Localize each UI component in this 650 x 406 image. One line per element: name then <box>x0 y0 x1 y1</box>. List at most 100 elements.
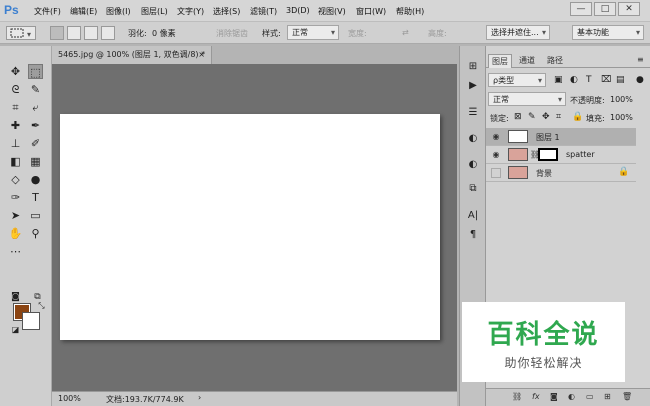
eye-icon[interactable]: ◉ <box>491 150 501 160</box>
actions-play-icon[interactable]: ▶ <box>465 79 481 93</box>
move-tool-icon[interactable]: ✥ <box>8 64 23 79</box>
link-icon[interactable]: ⛓ <box>512 392 522 401</box>
intersect-selection-icon[interactable] <box>101 26 115 40</box>
lock-pixels-icon[interactable]: ✎ <box>528 112 536 122</box>
eye-hidden-icon[interactable] <box>491 168 501 178</box>
paragraph-panel-icon[interactable]: ¶ <box>465 228 481 242</box>
background-color-swatch[interactable] <box>22 312 40 330</box>
adjustments-panel-icon[interactable]: ◐ <box>465 132 481 146</box>
marquee-preset-picker[interactable]: ▾ <box>6 26 36 40</box>
filter-shape-icon[interactable]: ⌧ <box>601 75 611 85</box>
status-menu-icon[interactable]: › <box>198 393 201 402</box>
panel-menu-icon[interactable]: ≡ <box>634 53 647 67</box>
eyedropper-tool-icon[interactable]: ⤶ <box>28 100 43 115</box>
layer-mask-thumbnail[interactable] <box>538 148 558 161</box>
workspace-select[interactable]: 基本功能 <box>572 25 644 40</box>
swap-icon[interactable]: ⇄ <box>402 28 409 37</box>
group-icon[interactable]: ▭ <box>586 392 594 401</box>
menu-select[interactable]: 选择(S) <box>213 6 240 17</box>
layer-row[interactable]: ◉ ⛓ spatter <box>486 146 636 164</box>
filter-toggle-icon[interactable]: ● <box>636 75 644 85</box>
layer-name[interactable]: 背景 <box>536 168 552 179</box>
menu-type[interactable]: 文字(Y) <box>177 6 204 17</box>
filter-pixel-icon[interactable]: ▣ <box>554 75 563 85</box>
pen-tool-icon[interactable]: ✑ <box>8 190 23 205</box>
close-tab-icon[interactable]: × <box>198 46 205 64</box>
layer-row[interactable]: 背景 🔒 <box>486 164 636 182</box>
new-selection-icon[interactable] <box>50 26 64 40</box>
character-panel-icon[interactable]: A| <box>465 209 481 223</box>
menu-image[interactable]: 图像(I) <box>106 6 131 17</box>
menu-help[interactable]: 帮助(H) <box>396 6 424 17</box>
more-tools-icon[interactable]: ⋯ <box>8 244 23 259</box>
menu-file[interactable]: 文件(F) <box>34 6 61 17</box>
layer-name[interactable]: spatter <box>566 150 595 159</box>
tab-layers[interactable]: 图层 <box>488 54 512 68</box>
add-selection-icon[interactable] <box>67 26 81 40</box>
history-panel-icon[interactable]: ⊞ <box>465 60 481 74</box>
quick-select-tool-icon[interactable]: ✎ <box>28 82 43 97</box>
opacity-input[interactable]: 100% <box>610 95 633 104</box>
subtract-selection-icon[interactable] <box>84 26 98 40</box>
marquee-tool-icon[interactable]: ⬚ <box>28 64 43 79</box>
eraser-tool-icon[interactable]: ◧ <box>8 154 23 169</box>
blur-tool-icon[interactable]: ◇ <box>8 172 23 187</box>
fill-input[interactable]: 100% <box>610 113 633 122</box>
menu-window[interactable]: 窗口(W) <box>356 6 386 17</box>
menu-filter[interactable]: 滤镜(T) <box>250 6 277 17</box>
menu-view[interactable]: 视图(V) <box>318 6 346 17</box>
layer-kind-filter[interactable]: ρ类型 <box>488 73 546 87</box>
feather-input[interactable]: 0 像素 <box>152 28 176 39</box>
menu-edit[interactable]: 编辑(E) <box>70 6 97 17</box>
clone-source-icon[interactable]: ⧉ <box>465 182 481 196</box>
lock-all-icon[interactable]: 🔒 <box>572 112 583 122</box>
antialias-checkbox[interactable]: 消除锯齿 <box>216 28 248 39</box>
hand-tool-icon[interactable]: ✋ <box>8 226 23 241</box>
eye-icon[interactable]: ◉ <box>491 132 501 142</box>
minimize-button[interactable]: — <box>570 2 592 16</box>
zoom-tool-icon[interactable]: ⚲ <box>28 226 43 241</box>
screen-mode-icon[interactable]: ⧉ <box>30 290 45 305</box>
tab-channels[interactable]: 通道 <box>516 54 538 68</box>
height-label: 高度: <box>428 29 447 38</box>
type-tool-icon[interactable]: T <box>28 190 43 205</box>
style-select[interactable]: 正常 <box>287 25 339 40</box>
crop-tool-icon[interactable]: ⌗ <box>8 100 23 115</box>
new-layer-icon[interactable]: ⊞ <box>604 392 611 401</box>
gradient-tool-icon[interactable]: ▦ <box>28 154 43 169</box>
rectangle-tool-icon[interactable]: ▭ <box>28 208 43 223</box>
close-button[interactable]: ✕ <box>618 2 640 16</box>
default-colors-icon[interactable]: ◪ <box>8 322 23 337</box>
fx-icon[interactable]: fx <box>532 392 540 401</box>
history-brush-icon[interactable]: ✐ <box>28 136 43 151</box>
lock-position-icon[interactable]: ✥ <box>542 112 550 122</box>
filter-smart-object-icon[interactable]: ▤ <box>616 75 625 85</box>
dodge-tool-icon[interactable]: ● <box>28 172 43 187</box>
blend-mode-select[interactable]: 正常 <box>488 92 566 106</box>
lock-artboard-icon[interactable]: ⌗ <box>556 112 561 122</box>
adjustments-panel-icon[interactable]: ◐ <box>465 158 481 172</box>
path-select-icon[interactable]: ➤ <box>8 208 23 223</box>
lock-transparency-icon[interactable]: ⊠ <box>514 112 522 122</box>
document-tab[interactable]: 5465.jpg @ 100% (图层 1, 双色调/8) * × <box>52 46 212 64</box>
select-and-mask-button[interactable]: 选择并遮住... <box>486 25 550 40</box>
menu-layer[interactable]: 图层(L) <box>141 6 168 17</box>
adjustment-icon[interactable]: ◐ <box>568 392 575 401</box>
canvas[interactable] <box>60 114 440 340</box>
tab-paths[interactable]: 路径 <box>544 54 566 68</box>
quick-mask-icon[interactable]: ◙ <box>8 290 23 305</box>
filter-type-icon[interactable]: T <box>586 75 592 85</box>
lasso-tool-icon[interactable]: ᘓ <box>8 82 23 97</box>
layer-row[interactable]: ◉ 图层 1 <box>486 128 636 146</box>
healing-brush-icon[interactable]: ✚ <box>8 118 23 133</box>
layer-name[interactable]: 图层 1 <box>536 132 560 143</box>
zoom-level[interactable]: 100% <box>58 394 81 403</box>
trash-icon[interactable]: 🗑 <box>622 392 632 401</box>
mask-icon[interactable]: ◙ <box>550 392 558 401</box>
brush-tool-icon[interactable]: ✒ <box>28 118 43 133</box>
menu-3d[interactable]: 3D(D) <box>286 6 310 15</box>
restore-button[interactable]: □ <box>594 2 616 16</box>
clone-stamp-icon[interactable]: ⊥ <box>8 136 23 151</box>
filter-adjustment-icon[interactable]: ◐ <box>570 75 578 85</box>
properties-panel-icon[interactable]: ☰ <box>465 106 481 120</box>
